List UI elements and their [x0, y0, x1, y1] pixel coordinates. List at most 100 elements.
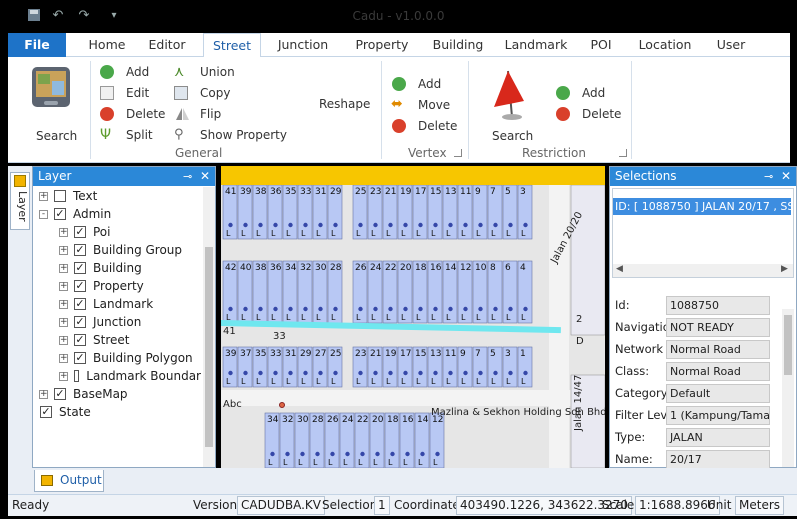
property-value[interactable]: 1088750	[666, 295, 770, 315]
property-point-marker[interactable]	[433, 222, 438, 228]
property-point-marker[interactable]	[418, 222, 423, 228]
property-point-marker[interactable]	[388, 222, 393, 228]
expand-icon[interactable]: +	[59, 281, 68, 291]
property-point-marker[interactable]	[405, 451, 410, 457]
property-point-marker[interactable]	[333, 370, 338, 376]
tab-home[interactable]: Home	[82, 33, 132, 57]
property-point-marker[interactable]	[508, 222, 513, 228]
property-point-marker[interactable]	[288, 306, 293, 312]
layer-checkbox[interactable]: ✓	[54, 388, 66, 400]
tab-building[interactable]: Building	[426, 33, 490, 57]
restriction-dialog-launcher-icon[interactable]	[619, 149, 627, 157]
property-point-marker[interactable]	[403, 370, 408, 376]
property-point-marker[interactable]	[330, 451, 335, 457]
expand-icon[interactable]: +	[59, 299, 68, 309]
layer-checkbox[interactable]: ✓	[74, 262, 86, 274]
property-point-marker[interactable]	[358, 222, 363, 228]
property-point-marker[interactable]	[420, 451, 425, 457]
property-point-marker[interactable]	[373, 306, 378, 312]
layer-checkbox[interactable]: ✓	[74, 316, 86, 328]
tab-street[interactable]: Street	[203, 33, 261, 58]
layer-item-poi[interactable]: + ✓ Poi	[33, 223, 201, 241]
expand-icon[interactable]: +	[59, 335, 68, 345]
expand-icon[interactable]: +	[59, 371, 68, 381]
property-point-marker[interactable]	[318, 306, 323, 312]
expand-icon[interactable]: +	[39, 389, 48, 399]
property-point-marker[interactable]	[228, 222, 233, 228]
layer-item-building-polygon[interactable]: + ✓ Building Polygon	[33, 349, 201, 367]
tab-property[interactable]: Property	[348, 33, 416, 57]
restriction-search-button[interactable]: Search	[486, 61, 540, 145]
close-icon[interactable]: ✕	[200, 167, 210, 186]
property-point-marker[interactable]	[448, 306, 453, 312]
layer-checkbox[interactable]: ✓	[74, 226, 86, 238]
property-parcel[interactable]	[570, 185, 605, 336]
layer-checkbox[interactable]	[74, 370, 80, 382]
property-point-marker[interactable]	[373, 222, 378, 228]
selection-list-item[interactable]: ID: [ 1088750 ] JALAN 20/17 , SS20 ,	[613, 198, 791, 215]
property-point-marker[interactable]	[493, 306, 498, 312]
property-point-marker[interactable]	[493, 222, 498, 228]
property-value[interactable]: Normal Road	[666, 339, 770, 359]
property-point-marker[interactable]	[435, 451, 440, 457]
pin-icon[interactable]: ⊸	[183, 167, 192, 186]
property-point-marker[interactable]	[303, 370, 308, 376]
property-scrollbar[interactable]	[782, 309, 794, 467]
property-point-marker[interactable]	[358, 306, 363, 312]
expand-icon[interactable]: +	[59, 245, 68, 255]
property-point-marker[interactable]	[508, 306, 513, 312]
layer-scrollbar-thumb[interactable]	[205, 247, 213, 447]
layer-checkbox[interactable]: ✓	[74, 334, 86, 346]
property-point-marker[interactable]	[358, 370, 363, 376]
property-point-marker[interactable]	[403, 222, 408, 228]
property-point-marker[interactable]	[478, 222, 483, 228]
tab-editor[interactable]: Editor	[142, 33, 192, 57]
property-point-marker[interactable]	[523, 370, 528, 376]
tab-junction[interactable]: Junction	[272, 33, 334, 57]
property-point-marker[interactable]	[273, 370, 278, 376]
property-scrollbar-thumb[interactable]	[784, 315, 792, 375]
layer-checkbox[interactable]: ✓	[74, 298, 86, 310]
layer-checkbox[interactable]: ✓	[74, 352, 86, 364]
map-canvas[interactable]: 41 L 39 L 38 L 36 L 35 L 33 L 31 L 29 L 25 L 23 L 21 L 19 L 17 L 1…	[221, 166, 605, 468]
layer-side-tab[interactable]: Layer	[10, 172, 30, 230]
property-point-marker[interactable]	[418, 306, 423, 312]
property-point-marker[interactable]	[493, 370, 498, 376]
property-point-marker[interactable]	[375, 451, 380, 457]
layer-item-junction[interactable]: + ✓ Junction	[33, 313, 201, 331]
layer-checkbox[interactable]	[54, 190, 66, 202]
layer-item-landmark-boundar[interactable]: + Landmark Boundar	[33, 367, 201, 385]
layer-checkbox[interactable]: ✓	[74, 244, 86, 256]
property-point-marker[interactable]	[403, 306, 408, 312]
expand-icon[interactable]: +	[59, 263, 68, 273]
tab-landmark[interactable]: Landmark	[500, 33, 572, 57]
property-point-marker[interactable]	[258, 222, 263, 228]
close-icon[interactable]: ✕	[781, 167, 791, 186]
property-point-marker[interactable]	[463, 222, 468, 228]
vertex-dialog-launcher-icon[interactable]	[454, 149, 462, 157]
output-tab[interactable]: Output	[34, 470, 104, 492]
property-point-marker[interactable]	[315, 451, 320, 457]
property-point-marker[interactable]	[463, 370, 468, 376]
property-point-marker[interactable]	[243, 222, 248, 228]
property-point-marker[interactable]	[463, 306, 468, 312]
scroll-left-icon[interactable]: ◀	[616, 264, 623, 274]
property-point-marker[interactable]	[523, 306, 528, 312]
property-point-marker[interactable]	[303, 306, 308, 312]
property-point-marker[interactable]	[345, 451, 350, 457]
layer-item-street[interactable]: + ✓ Street	[33, 331, 201, 349]
property-point-marker[interactable]	[318, 222, 323, 228]
property-point-marker[interactable]	[258, 306, 263, 312]
property-point-marker[interactable]	[303, 222, 308, 228]
layer-item-basemap[interactable]: + ✓ BaseMap	[33, 385, 201, 403]
property-point-marker[interactable]	[478, 370, 483, 376]
property-point-marker[interactable]	[390, 451, 395, 457]
property-point-marker[interactable]	[433, 370, 438, 376]
property-point-marker[interactable]	[300, 451, 305, 457]
property-point-marker[interactable]	[273, 306, 278, 312]
expand-icon[interactable]: +	[59, 353, 68, 363]
tab-file[interactable]: File	[8, 33, 66, 57]
search-button[interactable]: Search	[16, 63, 86, 147]
layer-checkbox[interactable]: ✓	[74, 280, 86, 292]
property-point-marker[interactable]	[388, 370, 393, 376]
